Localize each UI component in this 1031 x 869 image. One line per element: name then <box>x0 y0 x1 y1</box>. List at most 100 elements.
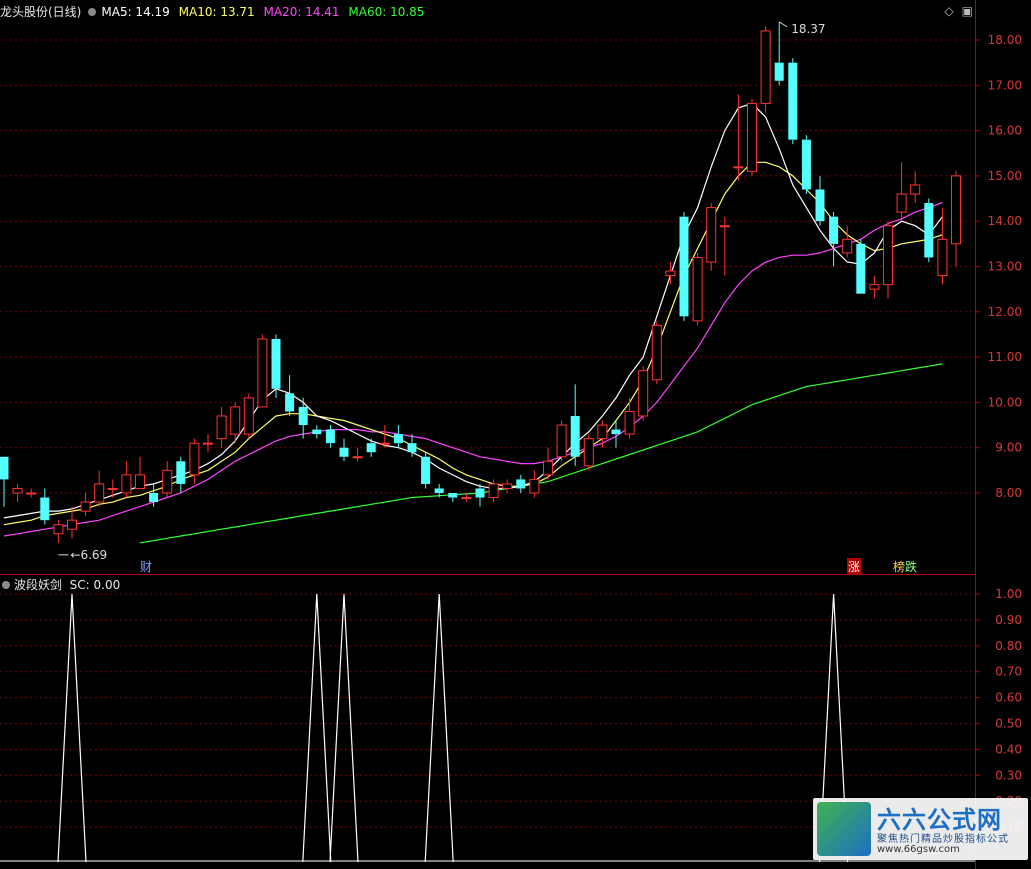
price-tick-label: 12.00 <box>988 305 1022 319</box>
price-tick-label: 15.00 <box>988 169 1022 183</box>
indicator-value: SC: 0.00 <box>69 578 121 592</box>
price-tick-label: 8.00 <box>995 486 1022 500</box>
candle-body-up <box>719 225 730 228</box>
candle-body-up <box>135 474 145 489</box>
candle-body-up <box>53 524 64 535</box>
candle-body-down <box>475 488 485 498</box>
sc-spike <box>302 593 332 863</box>
indicator-tick-label: 0.80 <box>995 639 1022 653</box>
indicator-name: 波段妖剑 <box>14 578 63 592</box>
candle-body-up <box>692 256 703 322</box>
candle-body-up <box>121 474 132 494</box>
candle-body-down <box>801 139 811 190</box>
candle-body-up <box>638 370 649 417</box>
main-legend: 龙头股份(日线) MA5: 14.19 MA10: 13.71 MA20: 14.… <box>0 3 429 21</box>
candle-body-up <box>951 175 961 245</box>
candle-body-down <box>40 497 50 521</box>
diamond-icon[interactable]: ◇ <box>944 4 953 18</box>
chart-canvas: 8.00 9.00 10.00 11.00 12.00 13.00 14.00 15.00 16… <box>0 0 1022 869</box>
watermark-url: www.66gsw.com <box>877 844 960 855</box>
candle-body-down <box>570 415 580 457</box>
price-tick-label: 16.00 <box>988 124 1022 138</box>
candle-body-down <box>325 429 335 444</box>
candle-body-up <box>257 338 268 408</box>
candle-body-up <box>80 501 91 512</box>
candle-body-down <box>679 216 689 317</box>
ma20-label: MA20: 14.41 <box>263 5 340 19</box>
candle-body-up <box>12 487 23 494</box>
indicator-dot-icon[interactable] <box>2 581 10 589</box>
candle-body-down <box>611 429 621 435</box>
candle-body-down <box>339 447 349 457</box>
candle-body-down <box>856 243 866 294</box>
candle-body-up <box>189 442 200 476</box>
low-label: ←6.69 <box>70 548 107 562</box>
ma60-label: MA60: 10.85 <box>348 5 425 19</box>
indicator-tick-label: 0.60 <box>995 691 1022 705</box>
candle-body-up <box>543 460 553 476</box>
sc-spike <box>329 593 359 863</box>
candle-body-down <box>448 493 458 498</box>
tag-zhang[interactable]: 涨 <box>847 558 862 575</box>
settings-dot-icon[interactable] <box>88 8 97 16</box>
watermark-logo: 六六公式网 聚焦热门精品炒股指标公式 www.66gsw.com <box>813 798 1028 860</box>
candle-body-up <box>502 483 513 489</box>
candle-body-down <box>312 429 322 435</box>
candle-body-up <box>733 166 744 169</box>
candle-body-up <box>869 284 880 290</box>
price-tick-label: 18.00 <box>988 33 1022 47</box>
candle-body-up <box>883 225 893 286</box>
candle-body-up <box>352 456 363 459</box>
price-tick-label: 11.00 <box>988 350 1022 364</box>
candle-body-up <box>26 492 37 495</box>
candle-body-down <box>176 461 186 484</box>
maximize-icon[interactable]: ▣ <box>962 4 973 18</box>
candle-body-up <box>665 270 676 277</box>
high-marker <box>778 21 788 28</box>
chart-title: 龙头股份(日线) <box>0 5 82 19</box>
top-right-controls: ◇ ▣ <box>936 4 973 18</box>
candle-body-up <box>896 193 907 213</box>
candle-body-up <box>107 487 118 490</box>
candle-body-up <box>910 184 921 195</box>
candle-body-up <box>624 410 635 435</box>
candle-body-up <box>379 442 390 445</box>
candle-body-up <box>488 483 499 499</box>
ma10-label: MA10: 13.71 <box>178 5 255 19</box>
candle-body-up <box>937 238 948 277</box>
tag-cai[interactable]: 财 <box>139 558 153 575</box>
candle-body-up <box>216 415 227 440</box>
price-tick-label: 10.00 <box>988 395 1022 409</box>
tag-die[interactable]: 跌 <box>904 558 918 575</box>
candle-body-up <box>162 469 173 494</box>
candle-body-up <box>94 483 105 503</box>
candle-body-down <box>0 456 9 480</box>
candle-body-up <box>842 238 853 254</box>
candle-body-up <box>230 406 241 435</box>
indicator-legend: 波段妖剑 SC: 0.00 <box>0 576 120 593</box>
indicator-tick-label: 0.90 <box>995 613 1022 627</box>
candle-body-down <box>366 443 376 453</box>
candle-body-down <box>829 216 839 244</box>
watermark-subtitle: 聚焦热门精品炒股指标公式 <box>877 834 1009 845</box>
candle-body-down <box>149 493 159 503</box>
candle-body-down <box>407 443 417 453</box>
candle-body-down <box>298 406 308 426</box>
price-tick-label: 14.00 <box>988 214 1022 228</box>
indicator-tick-label: 0.40 <box>995 742 1022 756</box>
ma5-line <box>3 102 943 519</box>
candle-body-down <box>788 62 798 140</box>
candle-body-down <box>924 203 934 258</box>
candle-body-up <box>67 519 77 530</box>
ma5-label: MA5: 14.19 <box>101 5 170 19</box>
candle-body-down <box>516 479 526 489</box>
indicator-tick-label: 0.70 <box>995 665 1022 679</box>
watermark-emblem-icon <box>817 802 871 856</box>
ma10-line <box>3 161 943 526</box>
candle-body-up <box>651 324 662 381</box>
sc-spike <box>57 593 87 863</box>
indicator-tick-label: 0.50 <box>995 717 1022 731</box>
candle-body-down <box>285 393 295 412</box>
candle-body-up <box>461 497 472 500</box>
candle-body-down <box>421 456 431 484</box>
